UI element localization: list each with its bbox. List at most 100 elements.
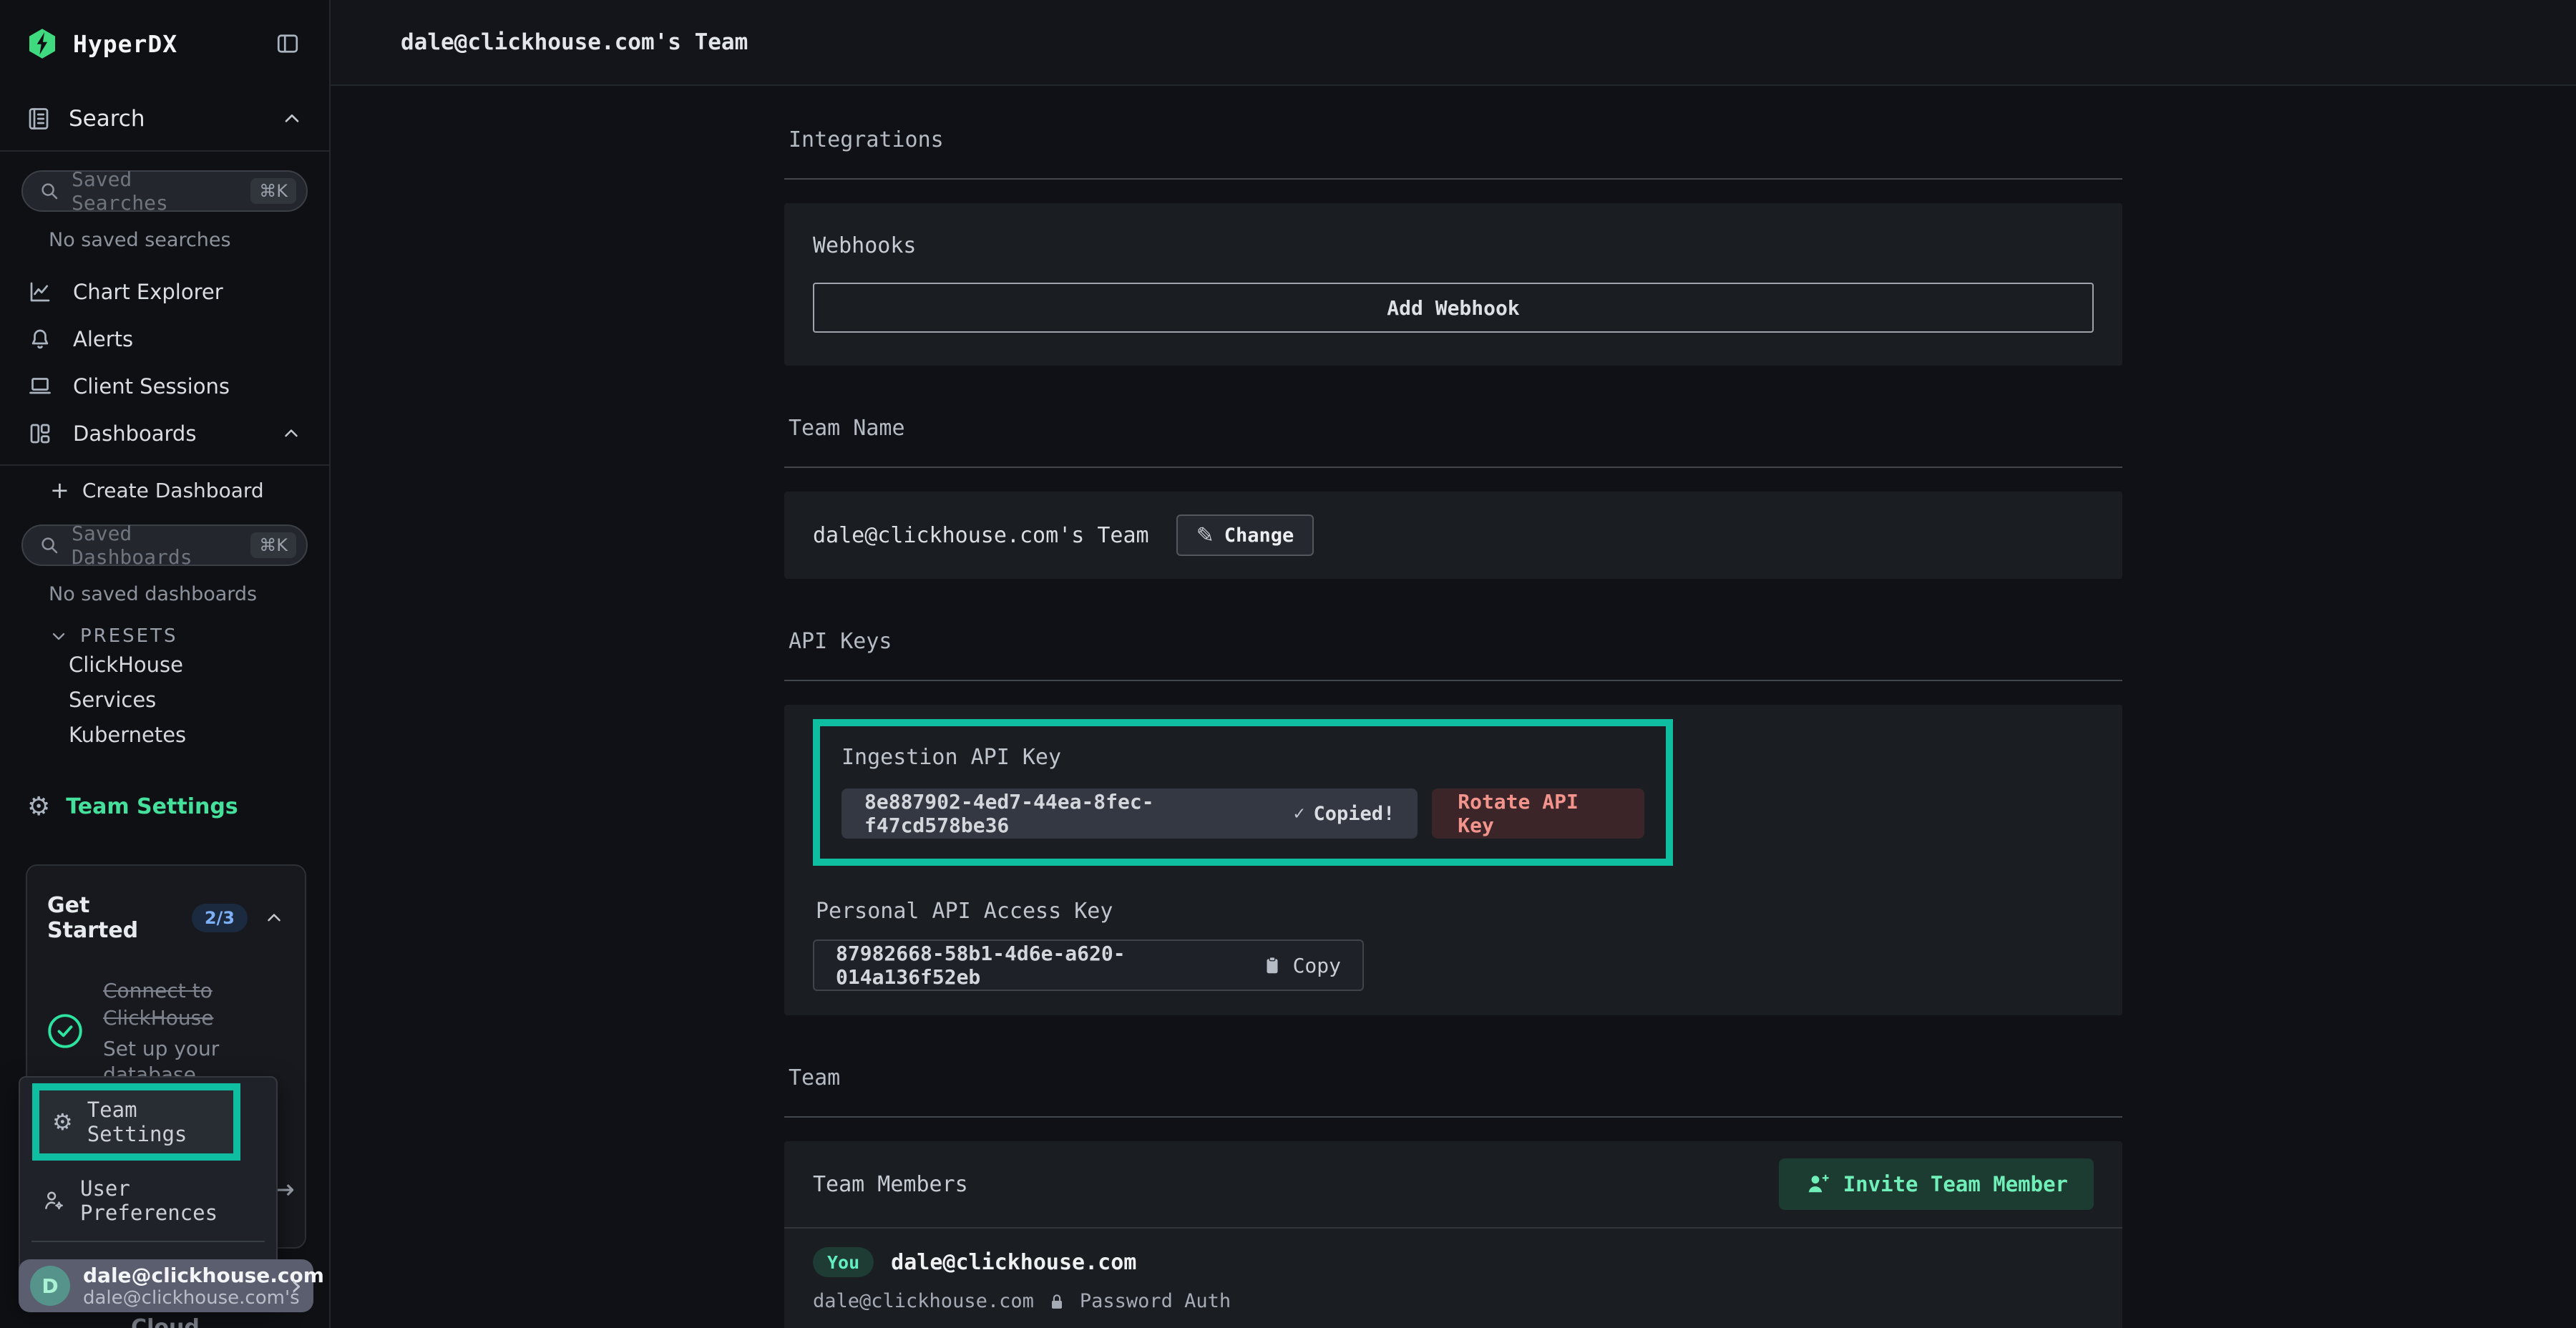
lock-icon [1047, 1291, 1067, 1312]
user-account-chip[interactable]: D dale@clickhouse.com dale@clickhouse.co… [19, 1259, 313, 1312]
api-keys-heading: API Keys [789, 629, 2122, 654]
user-chip-texts: dale@clickhouse.com dale@clickhouse.com'… [83, 1264, 278, 1309]
copied-label: Copied! [1313, 803, 1395, 825]
saved-searches-input[interactable]: Saved Searches ⌘K [21, 170, 308, 212]
ingestion-key-row: 8e887902-4ed7-44ea-8fec-f47cd578be36 ✓ C… [841, 788, 1644, 839]
create-dashboard-button[interactable]: + Create Dashboard [21, 466, 308, 514]
collapse-sidebar-icon[interactable] [272, 29, 303, 58]
chevron-down-icon [49, 626, 69, 646]
check-icon: ✓ [1294, 803, 1305, 824]
preset-services[interactable]: Services [69, 682, 308, 717]
hyperdx-logo-icon [26, 27, 59, 60]
webhooks-card: Webhooks Add Webhook [784, 203, 2122, 366]
section-divider [784, 178, 2122, 180]
chart-icon [27, 279, 53, 305]
step-title: Connect to ClickHouse [103, 977, 288, 1032]
invite-team-member-button[interactable]: Invite Team Member [1779, 1158, 2094, 1210]
rotate-api-key-button[interactable]: Rotate API Key [1432, 788, 1644, 839]
presets-label: PRESETS [80, 625, 178, 647]
chevron-right-icon: › [291, 1269, 302, 1302]
webhooks-title: Webhooks [813, 233, 2094, 258]
plus-icon: + [50, 477, 69, 504]
ingestion-key-value[interactable]: 8e887902-4ed7-44ea-8fec-f47cd578be36 ✓ C… [841, 788, 1418, 839]
personal-key-value[interactable]: 87982668-58b1-4d6e-a620-014a136f52eb Cop… [813, 939, 1364, 991]
integrations-heading: Integrations [789, 127, 2122, 152]
team-members-card: Team Members Invite Team Member You dal [784, 1141, 2122, 1328]
nav-label: Alerts [73, 327, 302, 351]
team-settings-link-label: Team Settings [66, 794, 238, 819]
page-header: dale@clickhouse.com's Team [331, 0, 2576, 86]
get-started-header[interactable]: Get Started 2/3 [27, 866, 305, 943]
sidebar-nav: Chart Explorer Alerts Client Sessions [21, 268, 308, 457]
logo-row: HyperDX [0, 0, 329, 87]
page-title: dale@clickhouse.com's Team [401, 29, 748, 55]
menu-item-team-settings[interactable]: ⚙ Team Settings [39, 1090, 233, 1153]
sidebar-section-search[interactable]: Search [0, 87, 329, 152]
bell-icon [27, 326, 53, 352]
user-email: dale@clickhouse.com [83, 1264, 278, 1287]
create-dashboard-label: Create Dashboard [82, 479, 264, 502]
shortcut-hint: ⌘K [250, 178, 296, 204]
chevron-up-icon[interactable] [263, 907, 285, 929]
search-icon [39, 534, 60, 556]
shortcut-hint: ⌘K [250, 532, 296, 558]
add-webhook-button[interactable]: Add Webhook [813, 283, 2094, 333]
api-key-text: 8e887902-4ed7-44ea-8fec-f47cd578be36 [864, 790, 1272, 837]
member-name: dale@clickhouse.com [891, 1250, 1136, 1275]
you-badge: You [813, 1247, 874, 1277]
member-identity: You dale@clickhouse.com [813, 1247, 2094, 1277]
api-key-text: 87982668-58b1-4d6e-a620-014a136f52eb [836, 942, 1262, 989]
user-team-name: dale@clickhouse.com's [83, 1287, 278, 1309]
saved-dashboards-input[interactable]: Saved Dashboards ⌘K [21, 524, 308, 566]
main-area: dale@clickhouse.com's Team Integrations … [331, 0, 2576, 1328]
search-icon [39, 180, 60, 202]
change-team-name-button[interactable]: ✎ Change [1176, 514, 1314, 556]
member-email: dale@clickhouse.com [813, 1290, 1034, 1312]
auth-method: Password Auth [1080, 1290, 1231, 1312]
team-members-title: Team Members [813, 1172, 968, 1197]
team-name-card: dale@clickhouse.com's Team ✎ Change [784, 492, 2122, 579]
pencil-icon: ✎ [1196, 523, 1214, 548]
ingestion-key-label: Ingestion API Key [841, 745, 1644, 770]
nav-label: Dashboards [73, 421, 260, 446]
settings-content: Integrations Webhooks Add Webhook Team N… [331, 86, 2576, 1328]
presets-toggle[interactable]: PRESETS [49, 625, 308, 647]
section-divider [784, 680, 2122, 681]
saved-searches-placeholder: Saved Searches [72, 167, 239, 215]
clipboard-icon [1262, 954, 1283, 977]
section-divider [784, 467, 2122, 468]
sidebar-content: Saved Searches ⌘K No saved searches Char… [0, 152, 329, 821]
clipped-cloud-text: Cloud [0, 1315, 331, 1328]
preset-clickhouse[interactable]: ClickHouse [69, 647, 308, 682]
sidebar-item-chart-explorer[interactable]: Chart Explorer [21, 268, 308, 316]
invite-button-label: Invite Team Member [1843, 1172, 2068, 1196]
member-details: dale@clickhouse.com Password Auth [813, 1290, 2094, 1312]
sidebar-item-team-settings[interactable]: ⚙ Team Settings [27, 792, 308, 821]
team-members-header: Team Members Invite Team Member [784, 1141, 2122, 1227]
sidebar-item-client-sessions[interactable]: Client Sessions [21, 363, 308, 410]
gear-icon: ⚙ [52, 1108, 73, 1136]
copy-button[interactable]: Copy [1262, 954, 1341, 977]
team-member-row: You dale@clickhouse.com dale@clickhouse.… [784, 1229, 2122, 1328]
chevron-up-icon[interactable] [280, 423, 302, 444]
annotation-highlight-ingestion-key: Ingestion API Key 8e887902-4ed7-44ea-8fe… [813, 719, 1673, 866]
annotation-highlight-team-settings: ⚙ Team Settings [32, 1083, 240, 1161]
avatar: D [30, 1266, 70, 1306]
menu-item-label: Team Settings [87, 1098, 220, 1146]
preset-kubernetes[interactable]: Kubernetes [69, 717, 308, 752]
change-button-label: Change [1224, 524, 1294, 547]
sidebar-item-alerts[interactable]: Alerts [21, 316, 308, 363]
team-name-value: dale@clickhouse.com's Team [813, 523, 1149, 548]
progress-badge: 2/3 [192, 904, 248, 932]
gear-icon: ⚙ [27, 792, 50, 821]
sidebar-item-dashboards[interactable]: Dashboards [21, 410, 308, 457]
team-name-heading: Team Name [789, 416, 2122, 441]
section-divider [784, 1116, 2122, 1118]
menu-item-user-preferences[interactable]: User Preferences [29, 1169, 268, 1232]
get-started-title: Get Started [47, 893, 176, 943]
chevron-up-icon[interactable] [280, 107, 303, 130]
dashboard-grid-icon [27, 421, 53, 446]
laptop-icon [27, 374, 53, 399]
saved-dashboards-placeholder: Saved Dashboards [72, 522, 239, 569]
app-title: HyperDX [73, 30, 258, 58]
